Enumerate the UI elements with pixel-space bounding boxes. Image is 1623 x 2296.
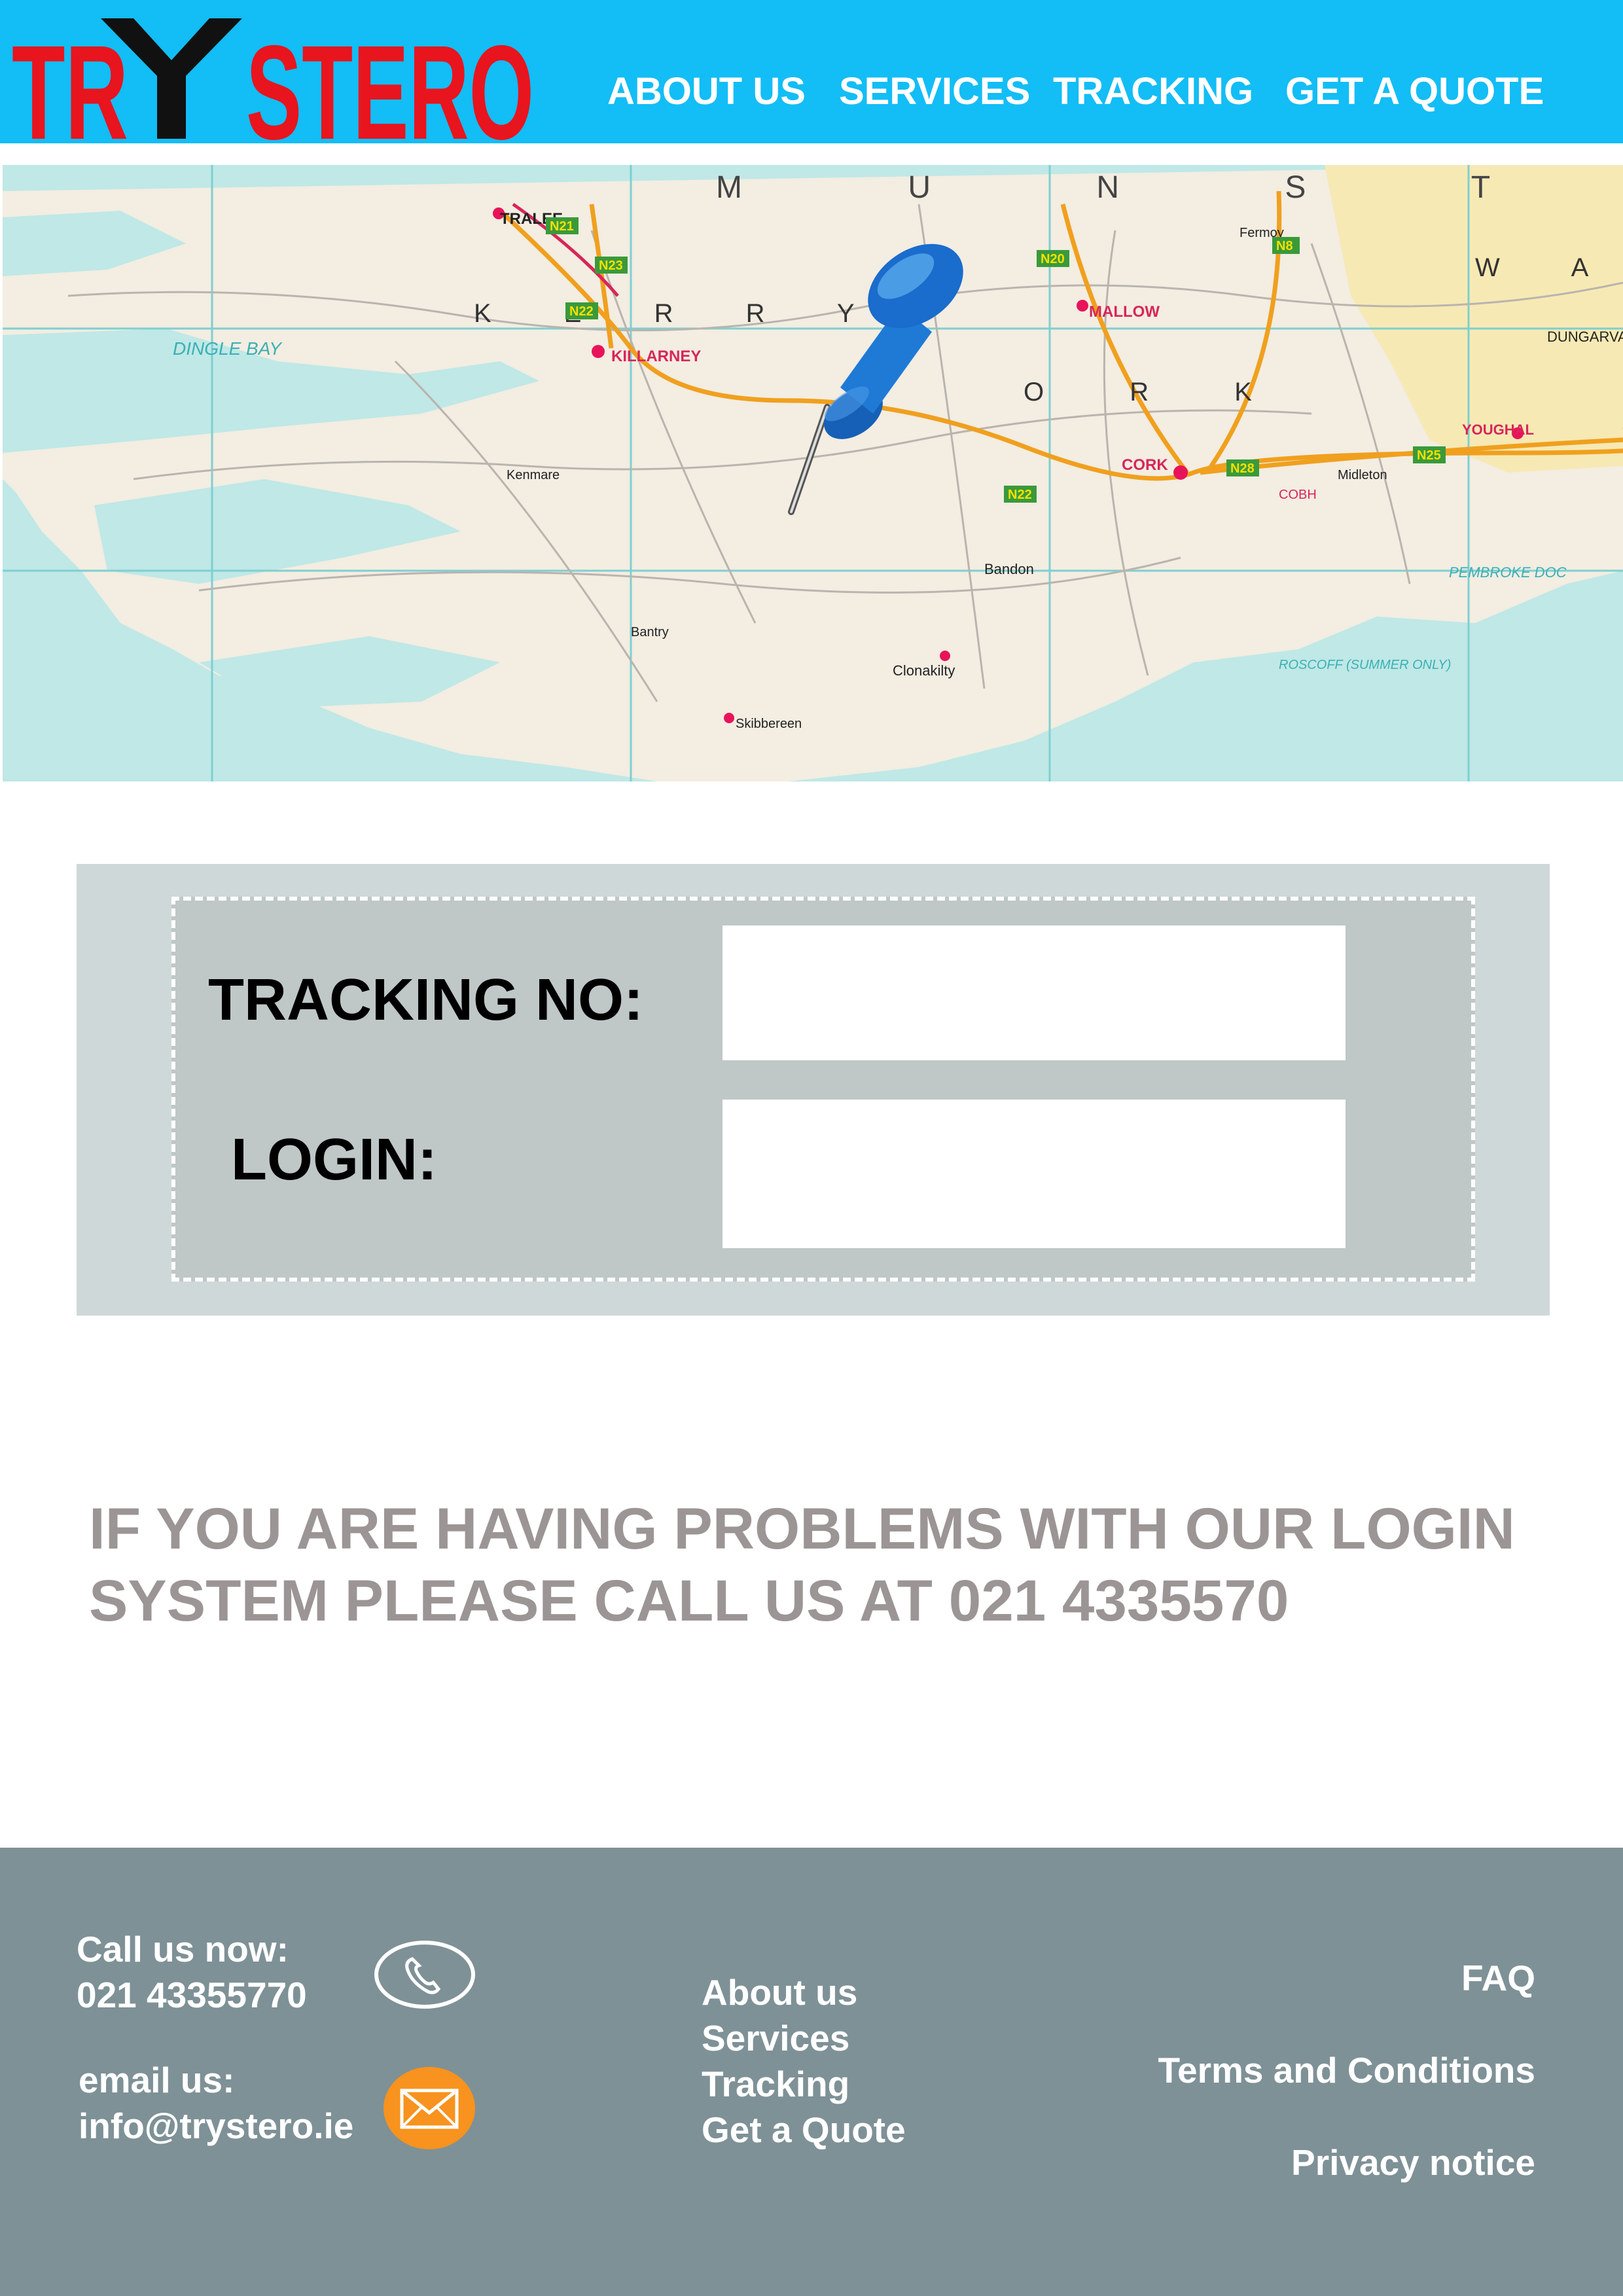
svg-text:Clonakilty: Clonakilty xyxy=(893,662,955,679)
footer-link-faq[interactable]: FAQ xyxy=(1461,1955,1535,2001)
site-header: TR STERO ABOUT US SERVICES TRACKING GET … xyxy=(0,0,1623,143)
call-us-label: Call us now: xyxy=(77,1929,289,1969)
login-help-message: IF YOU ARE HAVING PROBLEMS WITH OUR LOGI… xyxy=(89,1496,1515,1633)
svg-text:CORK: CORK xyxy=(1122,456,1168,474)
nav-services[interactable]: SERVICES xyxy=(839,65,1030,118)
footer-link-services[interactable]: Services xyxy=(702,2015,849,2061)
svg-text:W A T: W A T xyxy=(1475,253,1623,282)
svg-text:Bantry: Bantry xyxy=(631,625,669,639)
footer-link-about-us[interactable]: About us xyxy=(702,1969,857,2015)
svg-text:Skibbereen: Skibbereen xyxy=(736,717,802,731)
svg-text:Midleton: Midleton xyxy=(1338,468,1387,482)
login-input[interactable] xyxy=(722,1100,1346,1248)
svg-text:PEMBROKE DOC: PEMBROKE DOC xyxy=(1449,564,1567,581)
svg-text:ROSCOFF (SUMMER ONLY): ROSCOFF (SUMMER ONLY) xyxy=(1279,658,1451,672)
svg-text:N28: N28 xyxy=(1230,461,1255,476)
svg-text:O R K: O R K xyxy=(1024,378,1291,406)
login-label: LOGIN: xyxy=(231,1127,437,1193)
svg-text:N25: N25 xyxy=(1417,448,1441,463)
footer-link-get-a-quote[interactable]: Get a Quote xyxy=(702,2107,906,2153)
svg-text:N21: N21 xyxy=(550,219,574,234)
footer-link-tracking[interactable]: Tracking xyxy=(702,2061,849,2107)
svg-text:DUNGARVA: DUNGARVA xyxy=(1547,329,1623,345)
svg-text:YOUGHAL: YOUGHAL xyxy=(1462,422,1534,438)
svg-text:MALLOW: MALLOW xyxy=(1089,303,1160,321)
footer-link-terms[interactable]: Terms and Conditions xyxy=(1158,2047,1535,2093)
logo-text-right: STERO xyxy=(246,18,534,143)
tracking-number-label: TRACKING NO: xyxy=(208,967,643,1033)
svg-text:N22: N22 xyxy=(1008,488,1032,502)
svg-text:N20: N20 xyxy=(1041,252,1065,266)
nav-tracking[interactable]: TRACKING xyxy=(1053,65,1253,118)
tracking-number-input[interactable] xyxy=(722,925,1346,1060)
svg-text:M U N S T E R: M U N S T E R xyxy=(716,170,1623,205)
trystero-logo[interactable]: TR STERO xyxy=(10,9,534,143)
phone-number[interactable]: 021 43355770 xyxy=(77,1972,307,2018)
svg-text:N22: N22 xyxy=(569,304,594,319)
footer-link-privacy[interactable]: Privacy notice xyxy=(1291,2140,1535,2185)
site-footer: Call us now: 021 43355770 email us: info… xyxy=(0,1848,1623,2296)
envelope-icon[interactable] xyxy=(382,2066,476,2151)
svg-text:COBH: COBH xyxy=(1279,488,1317,502)
svg-text:K E R R Y: K E R R Y xyxy=(474,299,887,328)
logo-text-left: TR xyxy=(12,18,128,143)
svg-text:N23: N23 xyxy=(599,259,623,273)
svg-text:KILLARNEY: KILLARNEY xyxy=(611,348,701,365)
nav-get-a-quote[interactable]: GET A QUOTE xyxy=(1285,65,1544,118)
svg-text:DINGLE BAY: DINGLE BAY xyxy=(173,338,283,359)
map-banner: M U N S T E R K E R R Y O R K W A T DING… xyxy=(3,165,1623,781)
nav-about-us[interactable]: ABOUT US xyxy=(607,65,806,118)
svg-text:Bandon: Bandon xyxy=(984,561,1034,577)
munster-map-image: M U N S T E R K E R R Y O R K W A T DING… xyxy=(3,165,1623,781)
svg-text:Kenmare: Kenmare xyxy=(507,468,560,482)
svg-text:N8: N8 xyxy=(1276,239,1293,253)
email-address[interactable]: info@trystero.ie xyxy=(79,2103,353,2149)
phone-icon[interactable] xyxy=(373,1939,476,2010)
email-us-label: email us: xyxy=(79,2060,235,2100)
